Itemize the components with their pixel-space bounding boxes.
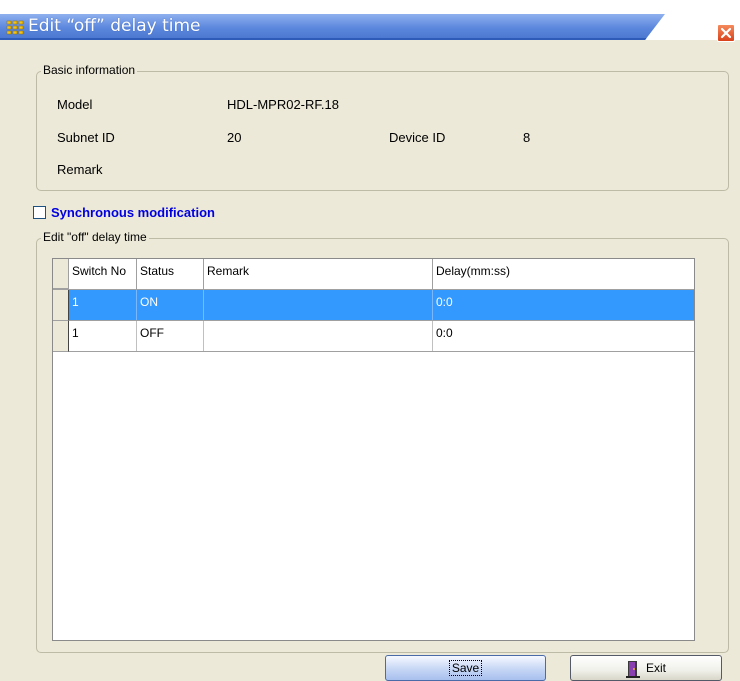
subnet-id-label: Subnet ID bbox=[57, 130, 115, 145]
close-button[interactable] bbox=[717, 24, 735, 42]
title-bar: Edit “off” delay time bbox=[0, 0, 740, 42]
exit-button-label: Exit bbox=[645, 661, 666, 675]
grid-corner bbox=[53, 259, 69, 289]
column-header-remark[interactable]: Remark bbox=[204, 259, 433, 289]
cell-status[interactable]: ON bbox=[137, 290, 204, 320]
device-id-label: Device ID bbox=[389, 130, 446, 145]
device-id-value: 8 bbox=[523, 130, 531, 145]
cell-delay[interactable]: 0:0 bbox=[433, 290, 694, 320]
save-button[interactable]: Save bbox=[385, 655, 546, 681]
door-exit-icon bbox=[625, 660, 640, 678]
row-header[interactable] bbox=[53, 321, 69, 352]
model-value: HDL-MPR02-RF.18 bbox=[227, 97, 339, 112]
cell-status[interactable]: OFF bbox=[137, 321, 204, 351]
save-button-label: Save bbox=[448, 660, 483, 676]
synchronous-modification-checkbox[interactable] bbox=[33, 206, 46, 219]
cell-switch-no[interactable]: 1 bbox=[69, 321, 137, 351]
close-icon bbox=[720, 27, 732, 39]
cell-delay[interactable]: 0:0 bbox=[433, 321, 694, 351]
column-header-delay[interactable]: Delay(mm:ss) bbox=[433, 259, 694, 289]
basic-information-group: Basic information bbox=[36, 63, 729, 191]
grid-dots-icon bbox=[6, 20, 24, 35]
edit-off-delay-legend: Edit "off" delay time bbox=[41, 230, 149, 244]
basic-information-legend: Basic information bbox=[41, 63, 138, 77]
grid-header: Switch No Status Remark Delay(mm:ss) bbox=[53, 259, 694, 290]
cell-remark[interactable] bbox=[204, 290, 433, 320]
cell-remark[interactable] bbox=[204, 321, 433, 351]
remark-label: Remark bbox=[57, 162, 103, 177]
cell-switch-no[interactable]: 1 bbox=[69, 290, 137, 320]
delay-time-grid[interactable]: Switch No Status Remark Delay(mm:ss) 1 O… bbox=[52, 258, 695, 641]
model-label: Model bbox=[57, 97, 93, 112]
subnet-id-value: 20 bbox=[227, 130, 242, 145]
synchronous-modification-label[interactable]: Synchronous modification bbox=[51, 205, 215, 220]
exit-button[interactable]: Exit bbox=[570, 655, 722, 681]
column-header-status[interactable]: Status bbox=[137, 259, 204, 289]
table-row[interactable]: 1 ON 0:0 bbox=[69, 290, 694, 321]
window-title: Edit “off” delay time bbox=[28, 16, 201, 36]
row-header[interactable] bbox=[53, 290, 69, 321]
table-row[interactable]: 1 OFF 0:0 bbox=[69, 321, 694, 352]
column-header-switch-no[interactable]: Switch No bbox=[69, 259, 137, 289]
